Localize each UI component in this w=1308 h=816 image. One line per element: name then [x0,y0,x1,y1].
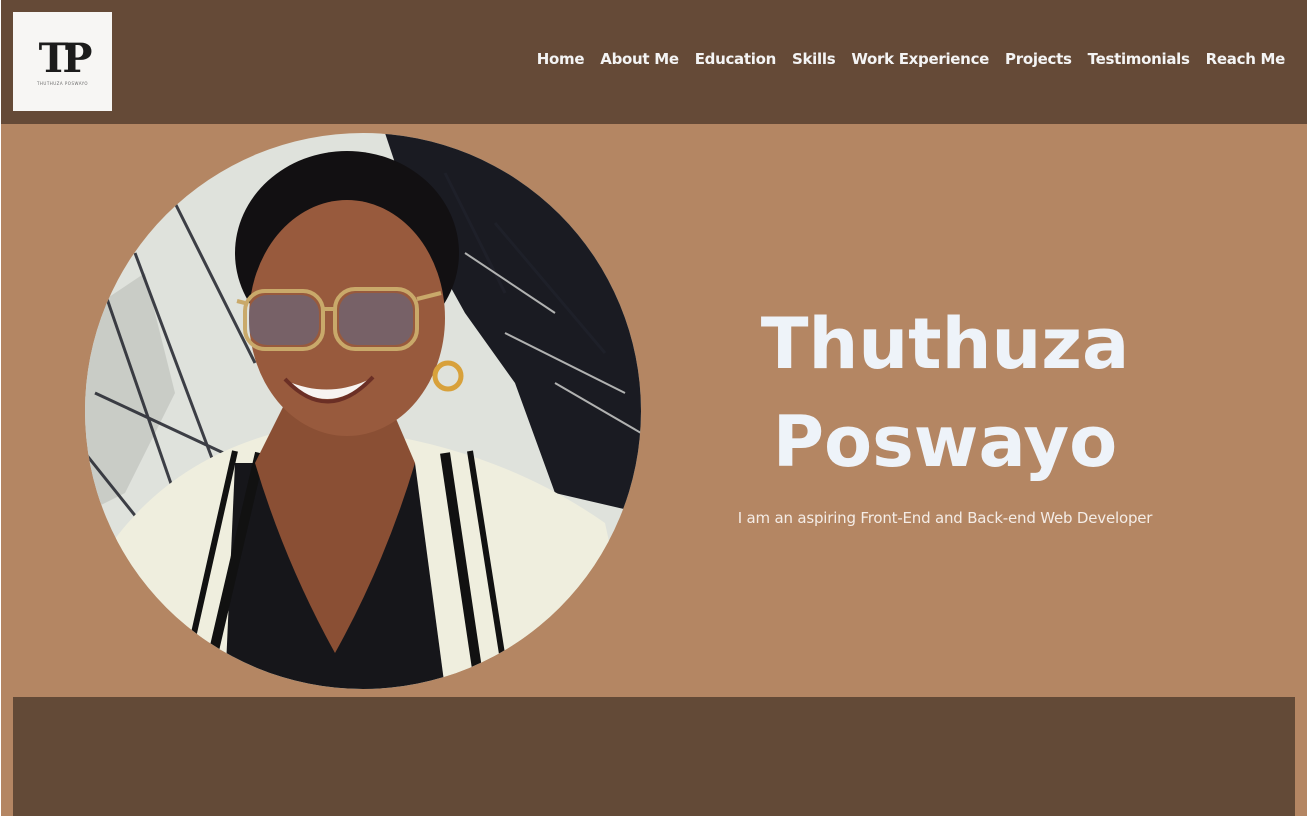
nav-testimonials[interactable]: Testimonials [1088,50,1190,68]
nav-skills[interactable]: Skills [792,50,836,68]
nav-work-experience[interactable]: Work Experience [851,50,989,68]
hero-tagline: I am an aspiring Front-End and Back-end … [737,509,1153,527]
nav-projects[interactable]: Projects [1005,50,1072,68]
next-section-panel [13,697,1295,816]
nav-reach-me[interactable]: Reach Me [1206,50,1286,68]
nav-about-me[interactable]: About Me [600,50,679,68]
hero-first-name: Thuthuza [760,303,1130,385]
main-nav: Home About Me Education Skills Work Expe… [537,50,1286,68]
logo-subtext: THUTHUZA POSWAYO [36,81,89,86]
hero-last-name: Poswayo [772,401,1118,483]
site-header: TP THUTHUZA POSWAYO Home About Me Educat… [1,0,1307,124]
profile-photo [85,133,641,689]
site-logo[interactable]: TP THUTHUZA POSWAYO [13,12,112,111]
hero-text: Thuthuza Poswayo I am an aspiring Front-… [700,295,1190,527]
nav-home[interactable]: Home [537,50,585,68]
portfolio-page: TP THUTHUZA POSWAYO Home About Me Educat… [0,0,1308,816]
nav-education[interactable]: Education [695,50,777,68]
logo-monogram: TP [38,35,93,82]
